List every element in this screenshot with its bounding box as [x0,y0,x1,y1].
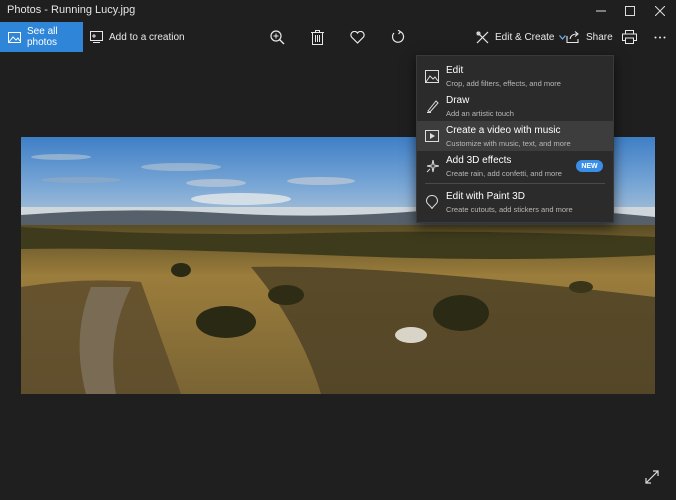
menu-item-edit[interactable]: Edit Crop, add filters, effects, and mor… [417,61,613,91]
see-all-photos-label: See all photos [27,26,58,48]
delete-button[interactable] [303,22,331,52]
video-icon [425,129,439,143]
window-title: Photos - Running Lucy.jpg [7,4,136,16]
menu-item-draw[interactable]: Draw Add an artistic touch [417,91,613,121]
maximize-button[interactable] [614,0,646,22]
fullscreen-button[interactable] [641,466,663,488]
paint-3d-icon [425,195,439,209]
menu-item-create-video[interactable]: Create a video with music Customize with… [417,121,613,151]
edit-create-button[interactable]: Edit & Create [476,22,567,52]
draw-pen-icon [425,99,439,113]
print-icon [621,30,637,44]
title-bar: Photos - Running Lucy.jpg [0,0,676,22]
menu-item-title: Edit [446,65,464,76]
edit-create-label: Edit & Create [495,31,555,43]
edit-create-menu: Edit Crop, add filters, effects, and mor… [416,55,614,223]
menu-item-subtitle: Add an artistic touch [446,109,514,118]
menu-item-paint-3d[interactable]: Edit with Paint 3D Create cutouts, add s… [417,187,613,217]
photos-icon [8,31,21,43]
favorite-button[interactable] [343,22,371,52]
favorite-icon [349,30,365,44]
menu-item-subtitle: Customize with music, text, and more [446,139,571,148]
share-label: Share [586,31,613,43]
more-icon [654,36,666,38]
more-options-button[interactable] [646,22,674,52]
see-all-photos-button[interactable]: See all photos [0,22,83,52]
menu-item-subtitle: Crop, add filters, effects, and more [446,79,561,88]
toolbar: See all photos Add to a creation Edit & … [0,22,676,52]
delete-icon [310,29,324,45]
menu-item-title: Add 3D effects [446,155,512,166]
menu-item-subtitle: Create cutouts, add stickers and more [446,205,573,214]
edit-create-icon [476,31,489,44]
menu-item-subtitle: Create rain, add confetti, and more [446,169,562,178]
zoom-in-icon [269,29,284,44]
menu-item-title: Edit with Paint 3D [446,191,525,202]
rotate-button[interactable] [384,22,412,52]
new-badge: NEW [576,160,603,172]
menu-item-title: Create a video with music [446,125,561,136]
minimize-button[interactable] [585,0,617,22]
add-to-creation-icon [90,31,103,43]
maximize-icon [625,6,635,16]
zoom-in-button[interactable] [263,22,291,52]
rotate-icon [391,30,405,43]
share-button[interactable]: Share [566,22,613,52]
add-to-creation-button[interactable]: Add to a creation [90,22,185,52]
expand-icon [645,470,659,484]
close-icon [655,6,665,16]
menu-divider [425,183,605,184]
print-button[interactable] [615,22,643,52]
close-button[interactable] [644,0,676,22]
minimize-icon [596,10,606,12]
menu-item-title: Draw [446,95,470,106]
add-to-creation-label: Add to a creation [109,31,185,43]
sparkle-3d-icon [425,159,439,173]
share-icon [566,31,580,43]
edit-image-icon [425,69,439,83]
